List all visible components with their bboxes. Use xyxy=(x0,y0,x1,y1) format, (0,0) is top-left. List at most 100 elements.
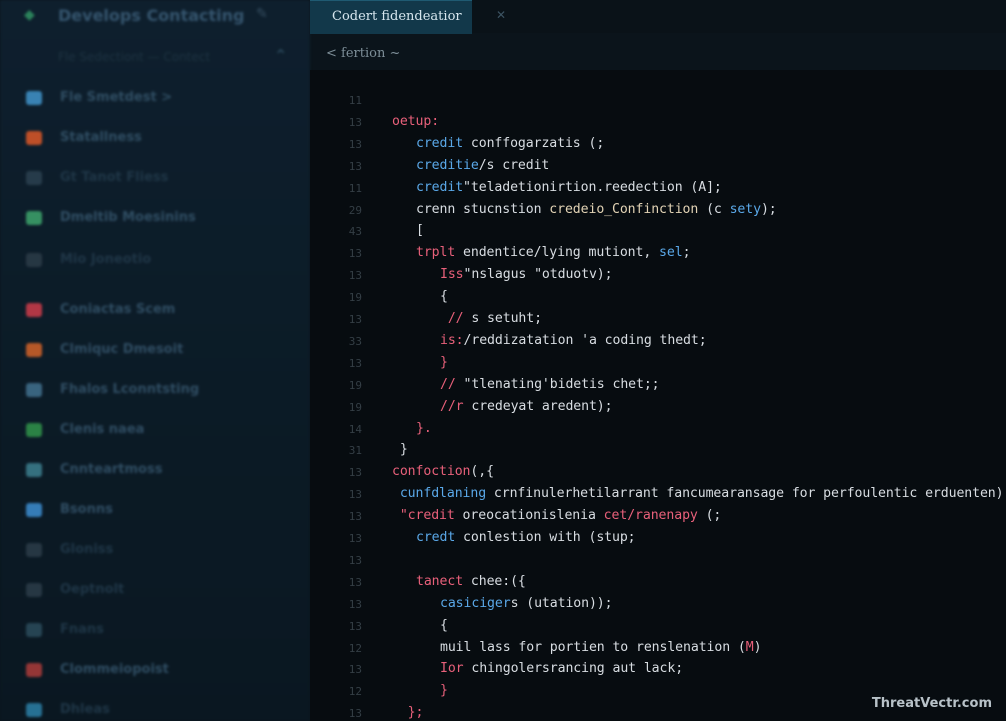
sidebar-item[interactable]: Coniactas Scem xyxy=(0,294,310,326)
layers-icon xyxy=(26,543,42,557)
line-number: 14 xyxy=(348,422,362,436)
sidebar-item-label: Mio Joneotio xyxy=(60,252,152,267)
breadcrumb[interactable]: < fertion ~ xyxy=(326,46,400,61)
sidebar-search[interactable]: Fle Sedectiont — Contect xyxy=(58,50,248,66)
code-token: M xyxy=(745,639,754,655)
collapse-icon[interactable]: ⌃ xyxy=(274,46,287,65)
sidebar-item[interactable]: Fhalos Lconntsting xyxy=(0,374,310,406)
sidebar-item[interactable]: Dmeltib Moesinins xyxy=(0,202,310,234)
dot-icon xyxy=(26,583,42,597)
code-line[interactable]: creditie/s credit xyxy=(416,158,549,173)
code-line[interactable]: confoction(,{ xyxy=(392,464,494,479)
code-line[interactable]: Ior chingolersrancing aut lack; xyxy=(440,661,683,676)
tab-label: Codert fidendeatior xyxy=(332,9,462,24)
code-editor[interactable] xyxy=(310,70,1006,721)
sidebar-item[interactable]: Fle Smetdest > xyxy=(0,82,310,114)
code-line[interactable]: trplt endentice/lying mutiont, sel; xyxy=(416,245,690,260)
code-line[interactable]: //r credeyat aredent); xyxy=(440,399,612,414)
heart-icon xyxy=(26,303,42,317)
sidebar-item[interactable]: Clmiquc Dmesoit xyxy=(0,334,310,366)
line-number: 13 xyxy=(348,575,362,589)
sidebar-item[interactable]: Clenis naea xyxy=(0,414,310,446)
sidebar-item-label: Oeptnolt xyxy=(60,582,125,597)
tab-bar: Codert fidendeatior ✕ xyxy=(310,0,1006,34)
code-token: //r xyxy=(440,398,464,414)
code-line[interactable]: } xyxy=(392,442,408,457)
code-line[interactable]: "credit oreocationislenia cet/ranenapy (… xyxy=(392,508,721,523)
line-number: 11 xyxy=(348,94,362,107)
sidebar-item[interactable]: Mio Joneotio xyxy=(0,244,310,276)
code-token: ); xyxy=(760,201,777,217)
code-token: conlestion with (stup; xyxy=(455,530,636,545)
sidebar-item[interactable]: Cnnteartmoss xyxy=(0,454,310,486)
code-line[interactable]: } xyxy=(440,683,448,698)
sidebar-header: ◆ Develops Contacting ✎ xyxy=(0,0,310,34)
code-line[interactable]: credit"teladetionirtion.reedection (A]; xyxy=(416,180,722,195)
app-logo-icon: ◆ xyxy=(24,7,35,23)
chart-icon xyxy=(26,383,42,397)
sidebar-item[interactable]: Gt Tanot Fliess xyxy=(0,162,310,194)
sidebar-item[interactable]: Bsonns xyxy=(0,494,310,526)
sidebar-item[interactable]: Gloniss xyxy=(0,534,310,566)
tab-active[interactable]: Codert fidendeatior xyxy=(310,0,472,34)
sidebar-item-label: Dhleas xyxy=(60,702,110,717)
code-line[interactable]: { xyxy=(440,618,448,633)
line-number: 13 xyxy=(348,159,362,173)
code-line[interactable]: casicigers (utation)); xyxy=(440,596,612,611)
code-line[interactable]: oetup: xyxy=(392,114,439,129)
code-token: } xyxy=(392,442,408,458)
code-token: cet/ranenapy xyxy=(603,508,698,524)
code-line[interactable]: } xyxy=(440,355,448,370)
code-line[interactable]: { xyxy=(440,289,448,304)
code-token: casiciger xyxy=(440,595,511,611)
code-line[interactable]: // s setuht; xyxy=(440,311,542,326)
code-line[interactable]: crenn stucnstion credeio_Confinction (c … xyxy=(416,202,777,217)
code-token: credt xyxy=(416,530,456,545)
code-token: credeyat aredent); xyxy=(463,398,613,414)
code-token: }; xyxy=(392,705,424,721)
code-line[interactable]: // "tlenating'bidetis chet;; xyxy=(440,377,660,392)
close-icon[interactable]: ✕ xyxy=(496,8,506,22)
folder-icon xyxy=(26,171,42,185)
code-token: endentice/lying mutiont, xyxy=(455,245,660,261)
code-line[interactable]: muil lass for portien to renslenation (M… xyxy=(440,640,761,655)
code-token: credit xyxy=(416,179,464,195)
code-token: is: xyxy=(440,332,464,348)
sidebar: ◆ Develops Contacting ✎ Fle Sedectiont —… xyxy=(0,0,310,721)
dot-icon xyxy=(26,253,42,267)
code-token: }. xyxy=(416,420,432,436)
code-token: "nslagus "otduotv); xyxy=(463,267,613,283)
code-line[interactable]: }. xyxy=(416,421,432,436)
box-icon xyxy=(26,423,42,437)
code-token: "credit xyxy=(392,508,455,524)
code-line[interactable]: Iss"nslagus "otduotv); xyxy=(440,267,612,282)
code-line[interactable]: tanect chee:({ xyxy=(416,574,526,589)
code-line[interactable]: [ xyxy=(416,223,424,238)
code-token: { xyxy=(440,617,448,633)
line-number: 13 xyxy=(348,707,362,721)
code-token: sel xyxy=(659,245,683,261)
line-number: 12 xyxy=(348,685,362,699)
sidebar-item[interactable]: Statallness xyxy=(0,122,310,154)
line-number: 33 xyxy=(348,334,362,348)
line-number: 13 xyxy=(348,247,362,261)
code-line[interactable]: cunfdlaning crnfinulerhetilarrant fancum… xyxy=(392,486,1006,501)
line-number: 13 xyxy=(348,313,362,326)
code-token: cunfdlaning xyxy=(392,486,487,502)
code-token: confoction xyxy=(392,464,471,480)
sidebar-item[interactable]: Dhleas xyxy=(0,694,310,721)
code-token: chingolersrancing aut lack; xyxy=(463,661,684,677)
code-line[interactable]: }; xyxy=(392,705,424,721)
code-line[interactable]: credit conffogarzatis (; xyxy=(416,136,604,151)
code-token: credeio_Confinction xyxy=(549,201,699,217)
sidebar-item-label: Cnnteartmoss xyxy=(60,462,163,477)
sidebar-item[interactable]: Oeptnolt xyxy=(0,574,310,606)
code-token: creditie xyxy=(416,157,479,173)
code-line[interactable]: credt conlestion with (stup; xyxy=(416,530,636,545)
sidebar-item[interactable]: Clommeiopoist xyxy=(0,654,310,686)
code-line[interactable]: is:/reddizatation 'a coding thedt; xyxy=(440,333,707,348)
sidebar-item[interactable]: Fnans xyxy=(0,614,310,646)
pin-icon[interactable]: ✎ xyxy=(256,6,268,22)
sidebar-item-label: Fhalos Lconntsting xyxy=(60,382,200,397)
sidebar-item-label: Clenis naea xyxy=(60,422,145,437)
